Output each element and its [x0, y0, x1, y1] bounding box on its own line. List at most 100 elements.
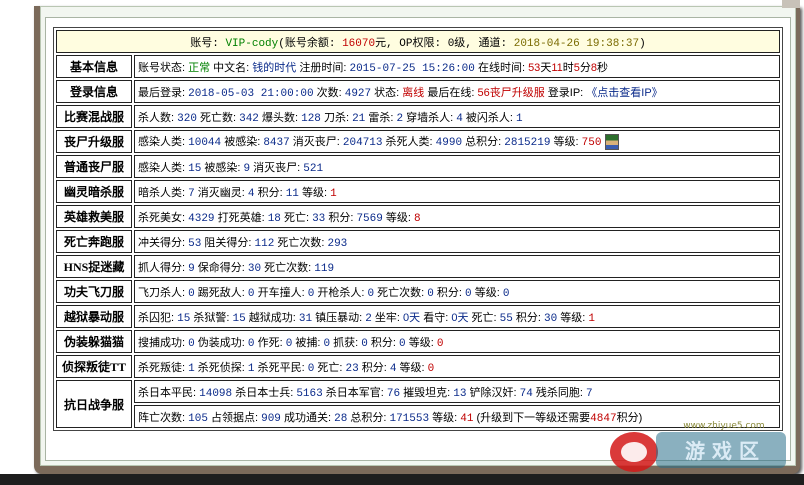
stat-text: 死亡次数: — [374, 286, 428, 299]
stat-text: 0 — [361, 337, 368, 350]
stat-text: 909 — [261, 412, 281, 425]
stat-text: 15 — [232, 312, 246, 325]
row-race: 比赛混战服 杀人数: 320 死亡数: 342 爆头数: 128 刀杀: 21 … — [56, 105, 780, 128]
stat-text: 杀囚犯: — [138, 311, 178, 324]
value-basic-info: 账号状态: 正常 中文名: 钱的时代 注册时间: 2015-07-25 15:2… — [134, 55, 780, 78]
stat-text: 次数: — [313, 86, 345, 99]
stat-text: 0 — [427, 287, 434, 300]
stat-text: 15 — [177, 312, 191, 325]
stat-text: 打死英雄: — [214, 211, 268, 224]
stat-text: 204713 — [342, 136, 383, 149]
stat-text: 53 — [188, 237, 202, 250]
stat-text: 76 — [386, 387, 401, 400]
stat-text: 杀死侦探: — [194, 361, 248, 374]
stat-text: 293 — [327, 237, 348, 250]
stat-text: 铲除汉奸: — [466, 386, 520, 399]
stat-text: 13 — [453, 387, 467, 400]
stat-text: 爆头数: — [258, 111, 302, 124]
stat-text: 521 — [303, 162, 324, 175]
stat-text: 56丧尸升级服 — [477, 86, 545, 99]
row-hns: HNS捉迷藏 抓人得分: 9 保命得分: 30 死亡次数: 119 — [56, 255, 780, 278]
stat-text: 等级: — [557, 311, 589, 324]
stat-text: 128 — [301, 112, 321, 125]
online-state: 离线 — [402, 86, 425, 99]
row-prison: 越狱暴动服 杀囚犯: 15 杀狱警: 15 越狱成功: 31 镇压暴动: 2 坐… — [56, 305, 780, 328]
stat-text: 最后登录: — [138, 86, 189, 99]
stat-text: 7569 — [356, 212, 383, 225]
stat-text: 0 — [247, 287, 255, 300]
value-zombie-normal: 感染人类: 15 被感染: 9 消灭丧尸: 521 — [134, 155, 780, 178]
value-kungfu: 飞刀杀人: 0 踢死敌人: 0 开车撞人: 0 开枪杀人: 0 死亡次数: 0 … — [134, 280, 780, 303]
label-kungfu: 功夫飞刀服 — [56, 280, 132, 303]
label-war: 抗日战争服 — [56, 380, 132, 428]
site-watermark-logo: 游 戏 区 www.zhiyue5.com — [610, 421, 786, 472]
view-ip-link[interactable]: 《点击查看IP》 — [586, 87, 662, 99]
stat-text: 8 — [414, 212, 421, 225]
value-prison: 杀囚犯: 15 杀狱警: 15 越狱成功: 31 镇压暴动: 2 坐牢: 0天 … — [134, 305, 780, 328]
stat-text: 积分: — [433, 286, 466, 299]
stat-text: 死亡: — [280, 211, 313, 224]
stat-text: 暗杀人类: — [138, 186, 189, 199]
stat-text: 感染人类: — [138, 135, 189, 148]
stat-text: 消灭丧尸: — [250, 161, 304, 174]
stat-text: 杀日本平民: — [138, 386, 200, 399]
stat-text: 死亡次数: — [274, 236, 328, 249]
value-run: 冲关得分: 53 阻关得分: 112 死亡次数: 293 — [134, 230, 780, 253]
value-hero: 杀死美女: 4329 打死英雄: 18 死亡: 33 积分: 7569 等级: … — [134, 205, 780, 228]
stat-text: 在线时间: — [474, 61, 529, 74]
stat-text: 11 — [285, 187, 299, 200]
stat-text: 4990 — [435, 136, 463, 149]
row-zombie-up: 丧尸升级服 感染人类: 10044 被感染: 8437 消灭丧尸: 204713… — [56, 130, 780, 153]
stat-text: 750 — [581, 136, 602, 149]
stat-text: (升级到下一等级还需要 — [473, 411, 591, 424]
label-hns: HNS捉迷藏 — [56, 255, 132, 278]
stat-text: 30 — [544, 312, 558, 325]
stat-text: 7 — [586, 387, 593, 400]
stat-text: 等级: — [429, 411, 461, 424]
stat-text: 杀死美女: — [138, 211, 189, 224]
stat-text: 11 — [551, 61, 563, 74]
stat-text: 杀日本士兵: — [232, 386, 297, 399]
label-login-info: 登录信息 — [56, 80, 132, 103]
stat-text: 伪装成功: — [194, 336, 248, 349]
stat-text: 4329 — [188, 212, 215, 225]
svg-text:www.zhiyue5.com: www.zhiyue5.com — [683, 421, 764, 431]
stat-text: 杀狱警: — [190, 311, 233, 324]
stat-text: 等级: — [298, 186, 331, 199]
stat-text: 雷杀: — [365, 111, 397, 124]
stat-text: 积分: — [254, 186, 286, 199]
stat-text: 成功通关: — [280, 411, 335, 424]
stat-text: 阻关得分: — [201, 236, 255, 249]
stat-text: 等级: — [396, 361, 428, 374]
stat-text: 感染人类: — [138, 161, 189, 174]
row-basic-info: 基本信息 账号状态: 正常 中文名: 钱的时代 注册时间: 2015-07-25… — [56, 55, 780, 78]
stat-text: 4927 — [344, 87, 372, 100]
label-hero: 英雄救美服 — [56, 205, 132, 228]
stat-text: 0 — [188, 337, 195, 350]
scrollbar-top[interactable] — [782, 0, 800, 8]
label-disguise: 伪装躲猫猫 — [56, 330, 132, 353]
stat-text: 342 — [239, 112, 259, 125]
stat-text: 坐牢: — [371, 311, 404, 324]
stat-text: 4 — [247, 187, 255, 200]
stat-text: 28 — [334, 412, 348, 425]
stat-text: 1 — [330, 187, 337, 200]
value-disguise: 搜捕成功: 0 伪装成功: 0 作死: 0 被捕: 0 抓获: 0 积分: 0 … — [134, 330, 780, 353]
stat-text: 0天 — [451, 311, 469, 324]
stat-text: 开枪杀人: — [314, 286, 368, 299]
stat-text: 杀死人类: — [382, 135, 436, 148]
stat-text: 等级: — [405, 336, 437, 349]
value-hns: 抓人得分: 9 保命得分: 30 死亡次数: 119 — [134, 255, 780, 278]
stat-text: 消灭幽灵: — [194, 186, 248, 199]
stat-text: 0 — [436, 337, 444, 350]
row-hero: 英雄救美服 杀死美女: 4329 打死英雄: 18 死亡: 33 积分: 756… — [56, 205, 780, 228]
stat-text: 0 — [247, 337, 255, 350]
stat-text: 占领据点: — [207, 411, 262, 424]
value-login-info: 最后登录: 2018-05-03 21:00:00 次数: 4927 状态: 离… — [134, 80, 780, 103]
stat-text: 55 — [499, 312, 513, 325]
stat-text: 作死: — [254, 336, 286, 349]
stat-text: 112 — [254, 237, 275, 250]
stat-text: 1 — [516, 112, 523, 125]
stat-text: 0 — [502, 287, 510, 300]
stat-text: 被感染: — [201, 161, 244, 174]
